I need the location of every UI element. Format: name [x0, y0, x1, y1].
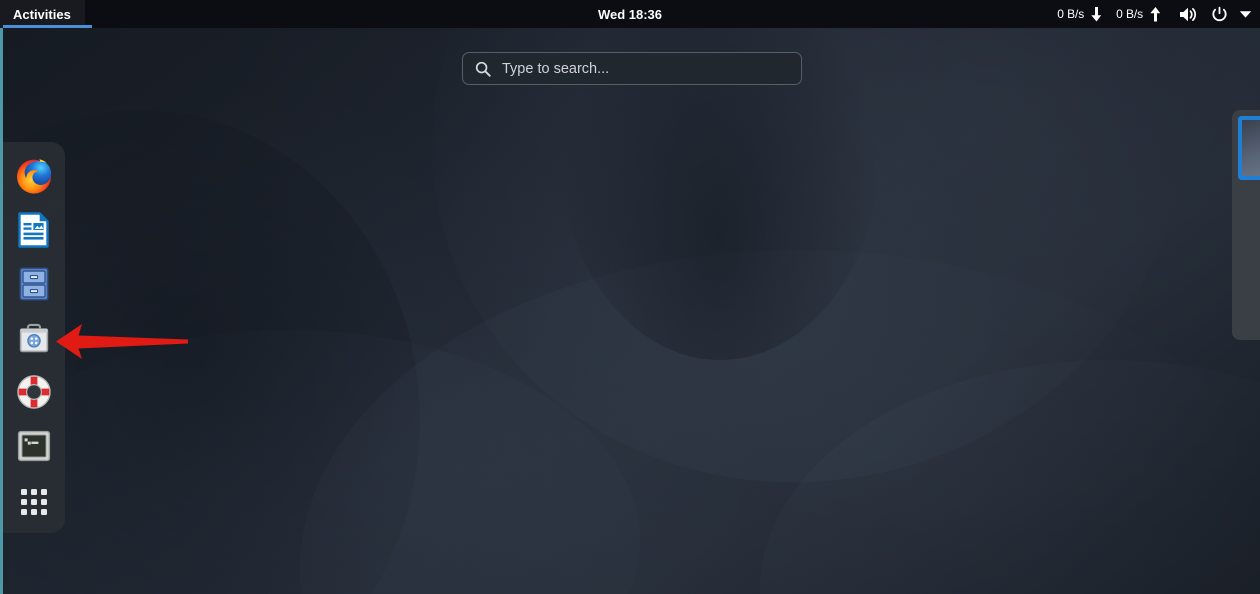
search-input[interactable]: Type to search...: [462, 52, 802, 85]
top-bar: Activities Wed 18:36 0 B/s 0 B/s: [0, 0, 1260, 28]
search-placeholder: Type to search...: [502, 60, 610, 77]
left-edge-accent: [0, 28, 3, 594]
overview-dim-overlay: [0, 0, 1260, 594]
activities-button[interactable]: Activities: [0, 0, 92, 28]
dock-item-terminal[interactable]: [10, 422, 58, 470]
system-tray: 0 B/s 0 B/s: [1057, 0, 1252, 28]
window-preview-selected[interactable]: [1238, 116, 1260, 180]
network-download-indicator: 0 B/s: [1057, 6, 1102, 22]
firefox-icon: [15, 157, 53, 195]
activities-active-indicator: [3, 25, 92, 28]
search-icon: [475, 61, 491, 77]
power-icon[interactable]: [1211, 6, 1228, 23]
dock: [3, 142, 65, 533]
upload-rate-label: 0 B/s: [1116, 7, 1143, 21]
grid-apps-icon: [20, 488, 48, 516]
activities-label: Activities: [13, 6, 71, 22]
download-rate-label: 0 B/s: [1057, 7, 1085, 21]
file-cabinet-icon: [17, 266, 51, 302]
window-preview[interactable]: [1232, 110, 1260, 340]
dock-item-show-applications[interactable]: [10, 478, 58, 526]
volume-icon[interactable]: [1179, 6, 1199, 23]
dock-item-help[interactable]: [10, 368, 58, 416]
document-icon: [16, 212, 52, 248]
dock-item-firefox[interactable]: [10, 152, 58, 200]
dock-item-writer[interactable]: [10, 206, 58, 254]
arrow-up-icon: [1150, 6, 1161, 22]
toolbox-icon: [17, 321, 51, 355]
dock-item-software[interactable]: [10, 314, 58, 362]
terminal-icon: [17, 430, 51, 462]
dock-item-files[interactable]: [10, 260, 58, 308]
clock-label: Wed 18:36: [597, 6, 663, 22]
chevron-down-icon[interactable]: [1238, 10, 1252, 19]
network-upload-indicator: 0 B/s: [1116, 6, 1161, 22]
lifebuoy-icon: [16, 374, 52, 410]
arrow-down-icon: [1091, 6, 1102, 22]
